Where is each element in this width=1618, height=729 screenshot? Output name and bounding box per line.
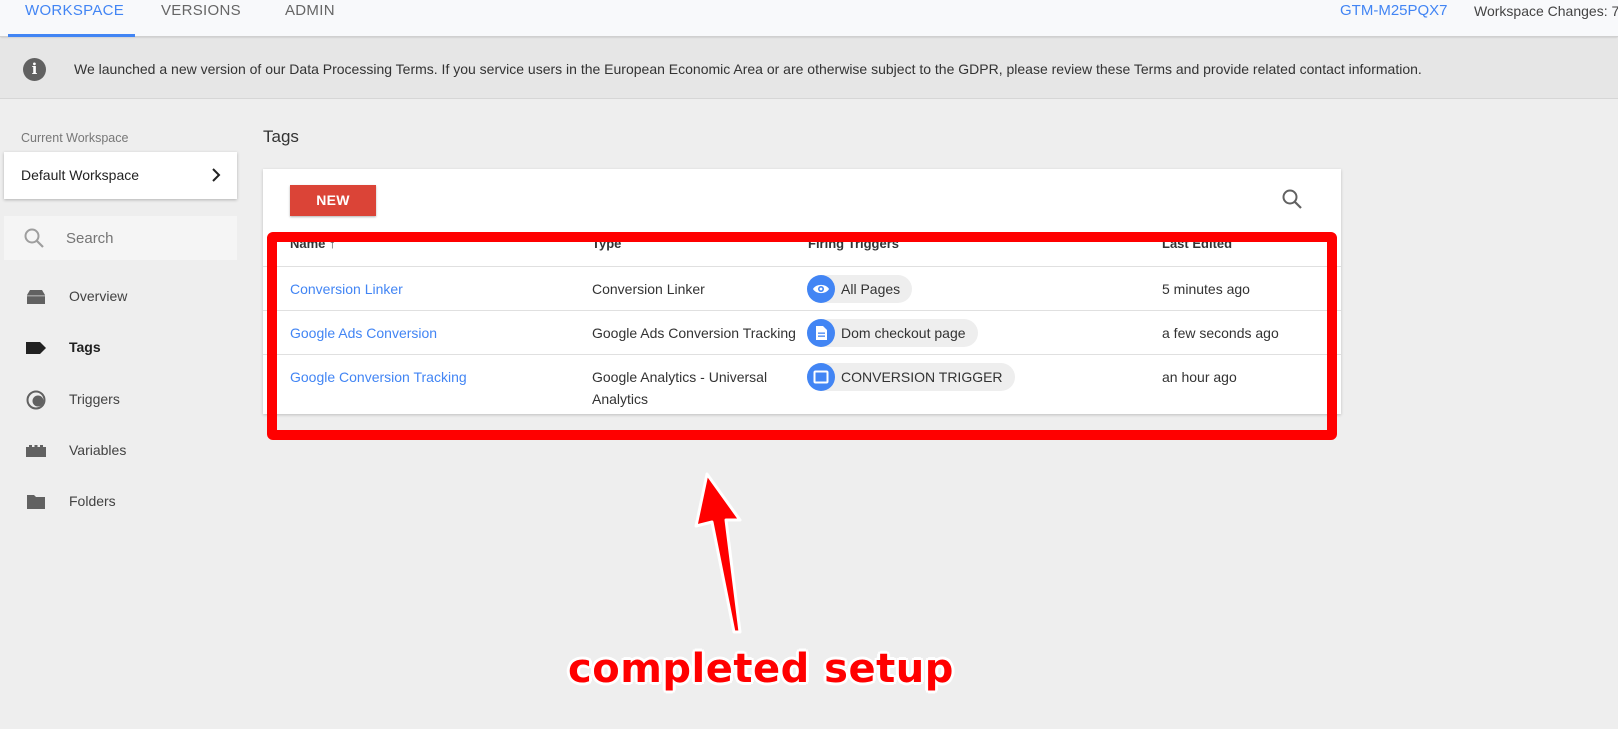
- active-tab-indicator: [8, 34, 135, 37]
- info-icon: i: [23, 58, 46, 81]
- sidebar-item-folders[interactable]: Folders: [0, 482, 240, 522]
- sidebar-item-tags[interactable]: Tags: [0, 328, 240, 368]
- sidebar-item-variables[interactable]: Variables: [0, 431, 240, 471]
- overview-icon: [27, 290, 45, 304]
- annotation-label: completed setup: [568, 646, 954, 692]
- workspace-selector[interactable]: Default Workspace: [4, 152, 237, 199]
- chevron-right-icon: [212, 168, 221, 182]
- tab-workspace[interactable]: WORKSPACE: [25, 0, 124, 37]
- notification-banner: i We launched a new version of our Data …: [0, 39, 1618, 99]
- tag-icon: [26, 342, 46, 354]
- search-icon[interactable]: [1281, 188, 1303, 210]
- search-placeholder: Search: [66, 230, 114, 247]
- new-tag-button[interactable]: NEW: [290, 185, 376, 216]
- sidebar-item-label: Overview: [69, 288, 128, 304]
- search-icon: [24, 228, 44, 248]
- current-workspace-label: Current Workspace: [21, 131, 129, 145]
- folder-icon: [27, 495, 45, 509]
- top-nav: WORKSPACE VERSIONS ADMIN GTM-M25PQX7 Wor…: [0, 0, 1618, 37]
- sidebar-item-triggers[interactable]: Triggers: [0, 380, 240, 420]
- sidebar-item-label: Folders: [69, 493, 116, 509]
- sidebar-search[interactable]: Search: [4, 216, 237, 260]
- tab-versions[interactable]: VERSIONS: [161, 0, 241, 37]
- page-title: Tags: [263, 127, 299, 146]
- sidebar-item-overview[interactable]: Overview: [0, 277, 240, 317]
- trigger-icon: [26, 390, 46, 410]
- sidebar-item-label: Variables: [69, 442, 127, 458]
- container-id-link[interactable]: GTM-M25PQX7: [1340, 0, 1448, 22]
- banner-message: We launched a new version of our Data Pr…: [74, 61, 1422, 77]
- sidebar-item-label: Tags: [69, 339, 101, 355]
- workspace-changes-count: Workspace Changes: 7: [1474, 3, 1618, 19]
- variables-icon: [26, 445, 46, 457]
- sidebar-item-label: Triggers: [69, 391, 120, 407]
- workspace-name: Default Workspace: [21, 167, 140, 183]
- tab-admin[interactable]: ADMIN: [285, 0, 335, 37]
- annotation-highlight-box: [267, 232, 1337, 440]
